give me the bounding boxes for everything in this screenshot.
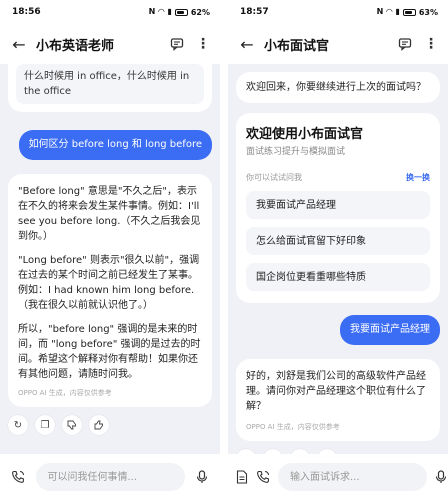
right-phone-screen: 18:57 N ◠ ▮ 63% ← 小布面试官 ⋮ 欢迎回来，你要继续进行上次的…: [228, 0, 448, 500]
suggestion-item[interactable]: 什么时候用 in office，什么时候用 in the office: [16, 64, 204, 104]
status-icons: N ◠ ▮ 62%: [149, 8, 210, 17]
input-bar: [228, 454, 448, 500]
phone-call-icon[interactable]: [256, 467, 270, 487]
ai-disclaimer: OPPO AI 生成，内容仅供参考: [246, 423, 340, 431]
user-message[interactable]: 如何区分 before long 和 long before: [18, 130, 212, 160]
mic-svg: [435, 470, 447, 483]
thumb-up-icon[interactable]: [89, 415, 109, 435]
nfc-icon: N: [376, 7, 384, 16]
ai-reply-card: "Before long" 意思是"不久之后"，表示在不久的将来会发生某件事情。…: [8, 174, 212, 407]
ai-reply-paragraph-3: 所以，"before long" 强调的是未来的时间，而 "long befor…: [18, 324, 201, 380]
ask-label: 你可以试试问我: [246, 173, 302, 182]
status-icons: N ◠ ▮ 63%: [377, 8, 438, 17]
user-message[interactable]: 我要面试产品经理: [340, 315, 440, 345]
chat-scroll: 什么时候用 in office，什么时候用 in the office 如何区分…: [0, 64, 220, 441]
suggestion-option[interactable]: 国企岗位更看重哪些特质: [246, 263, 430, 291]
thumb-down-icon[interactable]: [62, 415, 82, 435]
signal-icon: ▮: [167, 7, 172, 16]
battery-icon: [402, 8, 416, 16]
chat-scroll: 欢迎回来，你要继续进行上次的面试吗？ 欢迎使用小布面试官 面试练习提升与模拟面试…: [228, 64, 448, 454]
mic-icon[interactable]: [193, 467, 213, 487]
app-bar: ← 小布英语老师 ⋮: [0, 24, 220, 64]
app-bar-actions: ⋮: [396, 35, 440, 53]
more-vert-icon[interactable]: ⋮: [194, 35, 212, 53]
status-time: 18:56: [12, 7, 41, 17]
thumb-up-svg: [94, 420, 103, 430]
status-bar: 18:56 N ◠ ▮ 62%: [0, 0, 220, 24]
interview-input[interactable]: [278, 463, 427, 491]
document-icon[interactable]: [236, 467, 248, 487]
chat-area[interactable]: 欢迎回来，你要继续进行上次的面试吗？ 欢迎使用小布面试官 面试练习提升与模拟面试…: [228, 64, 448, 454]
suggestion-option[interactable]: 我要面试产品经理: [246, 191, 430, 219]
left-phone-screen: 18:56 N ◠ ▮ 62% ← 小布英语老师 ⋮ 什么时候用 in offi…: [0, 0, 220, 500]
app-bar: ← 小布面试官 ⋮: [228, 24, 448, 64]
ai-reply-card: 好的，刘舒是我们公司的高级软件产品经理。请问你对产品经理这个职位有什么了解？ O…: [236, 359, 440, 441]
battery-percent: 62%: [190, 7, 210, 17]
welcome-subtitle: 面试练习提升与模拟面试: [246, 147, 346, 157]
wifi-icon: ◠: [386, 7, 393, 16]
thumb-down-svg: [67, 420, 76, 430]
copy-icon[interactable]: ❐: [35, 415, 55, 435]
document-svg: [236, 470, 248, 484]
suggestion-option[interactable]: 怎么给面试官留下好印象: [246, 227, 430, 255]
status-bar: 18:57 N ◠ ▮ 63%: [228, 0, 448, 24]
ask-row: 你可以试试问我 换一换: [246, 170, 430, 185]
refresh-button[interactable]: 换一换: [406, 170, 430, 185]
chat-area[interactable]: 什么时候用 in office，什么时候用 in the office 如何区分…: [0, 64, 220, 454]
page-title: 小布英语老师: [36, 38, 115, 54]
app-bar-actions: ⋮: [168, 35, 212, 53]
welcome-title: 欢迎使用小布面试官: [246, 127, 364, 142]
regenerate-icon[interactable]: ↻: [8, 415, 28, 435]
phone-call-svg: [11, 470, 24, 483]
phone-call-icon[interactable]: [8, 467, 28, 487]
chat-history-icon[interactable]: [396, 35, 414, 53]
more-vert-icon[interactable]: ⋮: [422, 35, 440, 53]
user-message-row: 我要面试产品经理: [236, 315, 440, 345]
signal-icon: ▮: [395, 7, 400, 16]
feedback-actions: ↻ ❐: [8, 415, 212, 435]
nfc-icon: N: [148, 7, 156, 16]
ai-reply-paragraph-1: "Before long" 意思是"不久之后"，表示在不久的将来会发生某件事情。…: [18, 186, 201, 242]
wifi-icon: ◠: [158, 7, 165, 16]
chat-history-icon[interactable]: [168, 35, 186, 53]
mic-svg: [197, 470, 208, 483]
suggestion-card: 什么时候用 in office，什么时候用 in the office: [8, 64, 212, 112]
battery-icon: [174, 8, 188, 16]
ai-reply-paragraph-2: "Long before" 则表示"很久以前"，强调在过去的某个时间之前已经发生…: [18, 255, 200, 311]
phone-call-svg: [257, 470, 269, 483]
greeting-text: 欢迎回来，你要继续进行上次的面试吗？: [246, 82, 426, 93]
back-arrow-icon[interactable]: ←: [236, 33, 258, 55]
mic-icon[interactable]: [435, 467, 447, 487]
chat-history-icon-svg: [170, 38, 184, 51]
ai-reply-text: 好的，刘舒是我们公司的高级软件产品经理。请问你对产品经理这个职位有什么了解？: [246, 371, 426, 412]
chat-input[interactable]: [35, 463, 185, 491]
greeting-card: 欢迎回来，你要继续进行上次的面试吗？: [236, 72, 440, 103]
user-message-row: 如何区分 before long 和 long before: [8, 130, 212, 160]
welcome-card: 欢迎使用小布面试官 面试练习提升与模拟面试 你可以试试问我 换一换 我要面试产品…: [236, 113, 440, 303]
screen: 18:56 N ◠ ▮ 62% ← 小布英语老师 ⋮ 什么时候用 in offi…: [0, 0, 448, 500]
chat-history-icon-svg: [398, 38, 412, 51]
ai-disclaimer: OPPO AI 生成，内容仅供参考: [18, 389, 112, 397]
page-title: 小布面试官: [264, 38, 330, 54]
back-arrow-icon[interactable]: ←: [8, 33, 30, 55]
battery-percent: 63%: [418, 7, 438, 17]
status-time: 18:57: [240, 7, 269, 17]
input-bar: [0, 454, 220, 500]
